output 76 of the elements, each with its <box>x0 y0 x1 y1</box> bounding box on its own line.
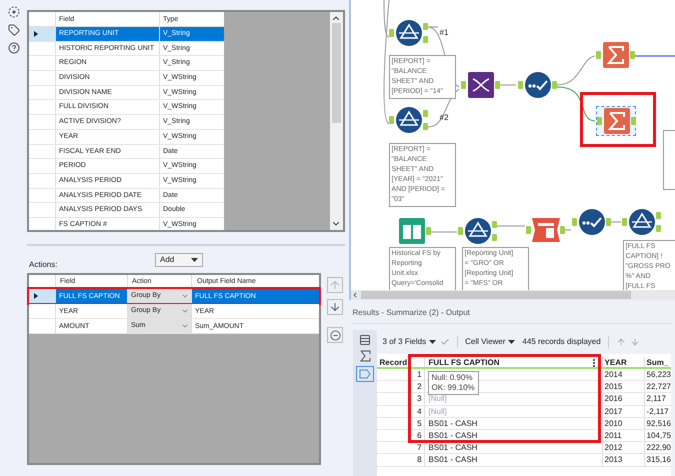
summarize-tool-node[interactable] <box>596 41 636 71</box>
caption-cell: BS01 - CASH <box>428 418 478 428</box>
year-cell: 2013 <box>602 454 645 466</box>
node-label: #2 <box>440 112 448 124</box>
record-number: 6 <box>376 430 425 442</box>
summarize-tool-node[interactable] <box>596 106 636 136</box>
tooltip-text: Null: 0.90% <box>432 373 474 383</box>
scroll-up-icon[interactable] <box>333 16 340 20</box>
column-header: Record <box>376 357 425 367</box>
year-cell: 2012 <box>602 442 645 454</box>
fields-menu[interactable]: 3 of 3 Fields <box>382 336 436 348</box>
move-down-button[interactable] <box>327 299 343 315</box>
caret-icon <box>508 340 516 344</box>
record-number: 7 <box>376 442 425 454</box>
help-icon[interactable] <box>8 42 20 54</box>
sum-cell-text: 222,90 <box>646 442 671 454</box>
sum-cell-text: -2,117 <box>646 406 670 417</box>
record-number: 2 <box>376 381 425 392</box>
remove-button[interactable] <box>327 327 343 343</box>
filter-tool-node[interactable] <box>388 19 429 49</box>
filter-tool-node[interactable] <box>458 217 498 247</box>
add-dropdown[interactable]: Add <box>155 253 203 267</box>
select-tool-node[interactable] <box>572 208 612 238</box>
scrollbar[interactable] <box>330 12 343 230</box>
caption-cell: BS01 - CASH <box>428 443 478 452</box>
scroll-down-icon[interactable] <box>333 222 340 226</box>
record-count: 445 records displayed <box>522 336 601 348</box>
caption-cell: [Null] <box>428 406 447 416</box>
arrow-down-icon <box>329 301 341 313</box>
sum-cell-text: 92,516 <box>646 418 671 429</box>
caption-cell: BS01 - CASH <box>428 455 478 464</box>
connector-line <box>556 56 596 86</box>
caret-icon <box>191 258 198 262</box>
actions-label: Actions: <box>29 259 58 271</box>
select-tool-node[interactable] <box>518 71 558 101</box>
record-number: 8 <box>376 454 425 466</box>
sum-cell-text: 104,75 <box>646 430 671 442</box>
tag-icon[interactable] <box>8 24 20 36</box>
sum-cell-text: 2,117 <box>646 393 667 405</box>
metadata-button[interactable] <box>356 366 374 382</box>
node-label: #1 <box>440 27 448 39</box>
record-number: 5 <box>376 418 425 429</box>
caption-cell: BS01 - CASH <box>428 430 478 440</box>
horizontal-scrollbar[interactable] <box>348 290 675 300</box>
sum-cell-text: 56,223 <box>646 369 671 380</box>
results-title: Results - Summarize (2) - Output <box>352 306 671 324</box>
check-icon[interactable] <box>440 337 450 347</box>
filter-tool-node[interactable] <box>388 106 429 136</box>
column-header: Sum_ <box>646 357 670 367</box>
filter-tool-node[interactable] <box>622 208 662 238</box>
year-cell: 2016 <box>602 393 645 405</box>
row-pointer-icon <box>34 293 38 299</box>
caret-icon <box>429 340 436 344</box>
row-pointer-icon <box>34 30 38 37</box>
sigma-icon[interactable] <box>358 350 371 362</box>
connector-line <box>556 86 596 122</box>
year-cell: 2015 <box>602 381 645 392</box>
table-view-icon[interactable] <box>358 334 371 346</box>
tooltip-text: OK: 99.10% <box>432 383 475 393</box>
connector-line <box>499 84 516 86</box>
column-header: YEAR <box>602 357 645 367</box>
sum-cell-text: 315,16 <box>646 454 671 466</box>
minus-icon <box>330 330 340 340</box>
year-cell: 2010 <box>602 418 645 429</box>
arrow-up-icon <box>329 279 341 291</box>
year-cell: 2011 <box>602 430 645 442</box>
record-number: 4 <box>376 406 425 417</box>
sum-cell-text: 22,727 <box>646 381 671 392</box>
record-number: 1 <box>376 369 425 380</box>
column-menu-icon[interactable] <box>592 359 595 367</box>
cell-viewer-menu[interactable]: Cell Viewer <box>465 336 516 348</box>
record-number: 3 <box>376 393 425 405</box>
join-tool-node[interactable] <box>460 71 501 101</box>
year-cell: 2014 <box>602 369 645 380</box>
year-cell: 2017 <box>602 406 645 417</box>
caption-cell: [Null] <box>428 394 447 404</box>
